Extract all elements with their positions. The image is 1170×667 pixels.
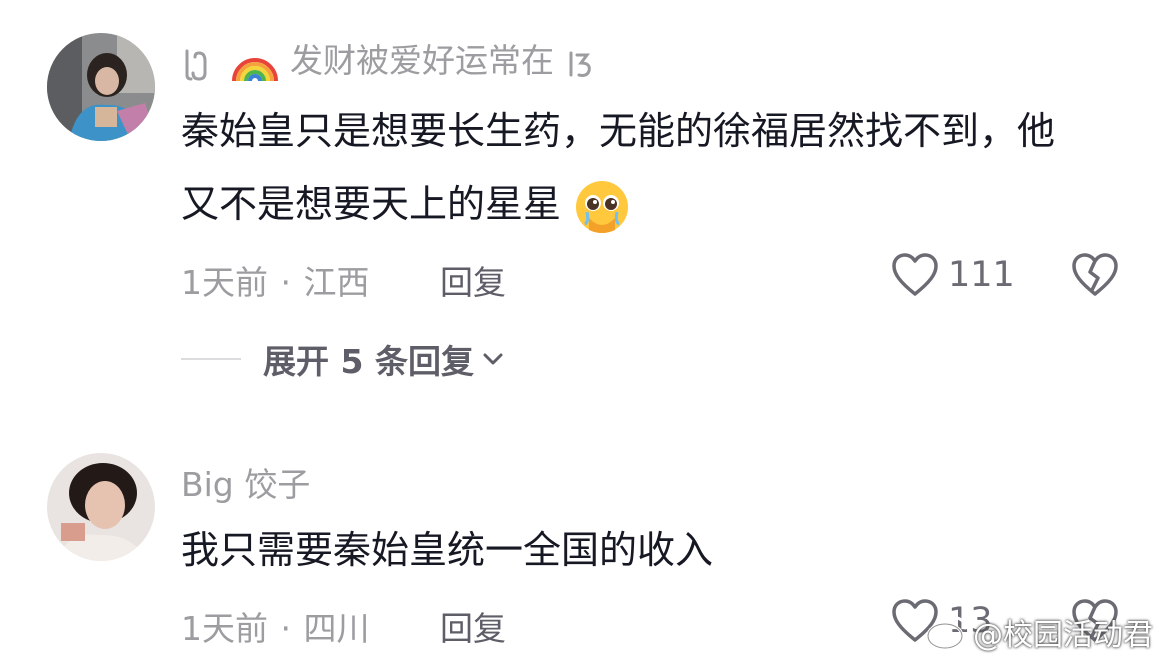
heart-outline-icon	[892, 253, 938, 296]
username[interactable]: Big 饺子	[181, 458, 310, 506]
dislike-button[interactable]	[1070, 252, 1120, 302]
watermark: @校园活动君	[925, 610, 1153, 654]
avatar[interactable]	[47, 453, 155, 561]
chevron-down-icon	[483, 353, 503, 365]
comment-meta: 1天前 · 四川	[181, 602, 370, 650]
comment-text: 秦始皇只是想要长生药，无能的徐福居然找不到，他又不是想要天上的星星	[181, 95, 1081, 241]
comment-meta: 1天前 · 江西	[181, 256, 370, 304]
pleading-face-emoji	[576, 180, 629, 233]
comment-item: 发财被爱好运常在 秦始皇只是想要长生药，无能的徐福居然找不到，他又不是想要天上的…	[0, 0, 1170, 400]
decorative-symbol-icon	[569, 51, 591, 77]
like-count: 111	[948, 255, 1015, 295]
separator-dot: ·	[280, 609, 292, 648]
separator-dot: ·	[280, 263, 292, 302]
comment-text: 我只需要秦始皇统一全国的收入	[181, 528, 714, 572]
watermark-text: @校园活动君	[973, 618, 1153, 653]
expand-replies-label: 展开 5 条回复	[263, 342, 474, 381]
decorative-symbol-icon	[185, 49, 207, 81]
reply-button[interactable]: 回复	[440, 256, 506, 304]
comment-location: 四川	[303, 609, 370, 648]
comment-location: 江西	[303, 263, 370, 302]
rainbow-emoji	[231, 57, 278, 81]
comment-time: 1天前	[181, 609, 268, 648]
like-button[interactable]: 111	[890, 252, 1015, 298]
username-text: 发财被爱好运常在	[290, 41, 554, 80]
divider-line	[181, 358, 241, 360]
username[interactable]: 发财被爱好运常在	[181, 34, 595, 83]
broken-heart-icon	[1072, 253, 1118, 296]
avatar[interactable]	[47, 33, 155, 141]
expand-replies-button[interactable]: 展开 5 条回复	[181, 335, 506, 383]
reply-button[interactable]: 回复	[440, 602, 506, 650]
weibo-logo-icon	[926, 616, 967, 650]
comment-time: 1天前	[181, 263, 268, 302]
